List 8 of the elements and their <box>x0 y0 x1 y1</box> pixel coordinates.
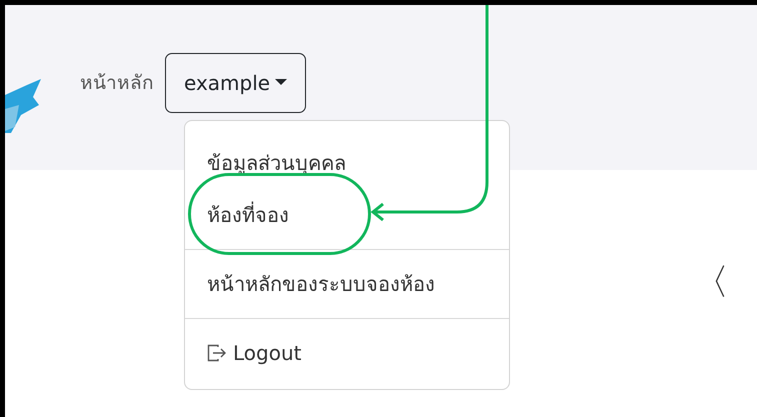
dropdown-menu-item[interactable]: ห้องที่จอง <box>185 189 509 241</box>
dropdown-menu-item[interactable]: หน้าหลักของระบบจองห้อง <box>185 258 509 310</box>
dropdown-menu-item[interactable]: ข้อมูลส่วนบุคคล <box>185 137 509 189</box>
home-link[interactable]: หน้าหลัก <box>80 69 154 98</box>
logout-menu-item[interactable]: Logout <box>185 327 509 379</box>
user-dropdown-button[interactable]: example <box>165 53 306 113</box>
carousel-prev-control[interactable]: 〈 <box>693 265 729 301</box>
logout-icon <box>207 344 227 362</box>
